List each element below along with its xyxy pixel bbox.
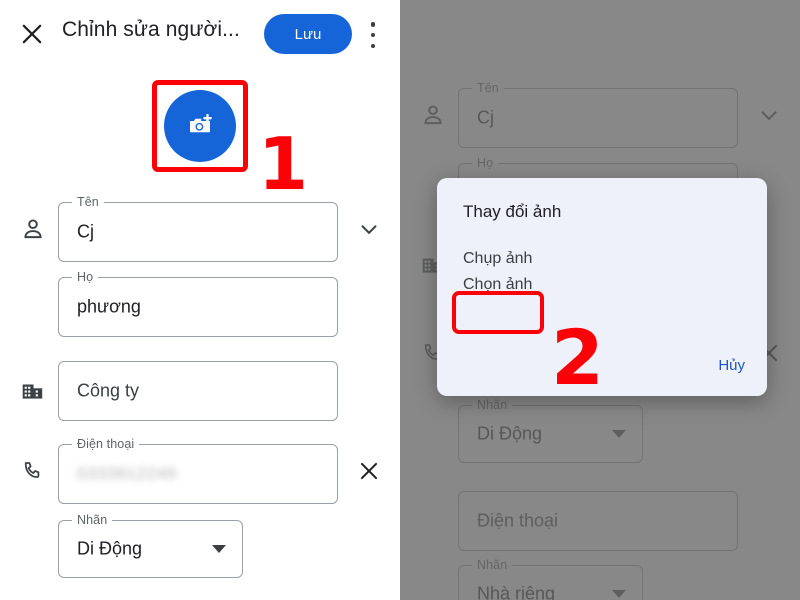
field-cong-ty[interactable]: Công ty bbox=[58, 361, 338, 421]
dialog-item-chup-anh[interactable]: Chụp ảnh bbox=[463, 250, 532, 268]
camera-add-icon bbox=[190, 113, 212, 133]
app-bar: Chỉnh sửa người... Lưu bbox=[0, 0, 398, 68]
close-icon[interactable] bbox=[18, 20, 46, 48]
field-dien-thoai[interactable]: Điện thoại 0333812249 bbox=[58, 437, 338, 504]
dialog-cancel-button[interactable]: Hủy bbox=[718, 357, 745, 374]
screenshot-root: Chỉnh sửa người... Lưu Tên Cj Họ phương … bbox=[0, 0, 800, 600]
person-icon bbox=[20, 216, 46, 242]
camera-add-button[interactable] bbox=[164, 90, 236, 162]
field-label: Điện thoại bbox=[72, 437, 140, 451]
page-title: Chỉnh sửa người... bbox=[62, 18, 240, 41]
field-value: Cj bbox=[77, 221, 94, 242]
change-photo-dialog: Thay đổi ảnh Chụp ảnh Chọn ảnh Hủy bbox=[437, 178, 767, 396]
save-button[interactable]: Lưu bbox=[264, 14, 352, 54]
dialog-item-chon-anh[interactable]: Chọn ảnh bbox=[463, 276, 532, 294]
field-value: Công ty bbox=[77, 380, 140, 401]
more-vertical-icon[interactable] bbox=[370, 22, 376, 48]
dialog-title: Thay đổi ảnh bbox=[463, 202, 562, 221]
field-value: phương bbox=[77, 296, 141, 317]
field-label: Nhãn bbox=[72, 513, 113, 527]
field-ten[interactable]: Tên Cj bbox=[58, 195, 338, 262]
clear-icon[interactable] bbox=[356, 458, 382, 484]
field-value: Di Động bbox=[77, 538, 143, 559]
field-label: Tên bbox=[72, 195, 104, 209]
field-label: Họ bbox=[72, 270, 99, 284]
phone-icon bbox=[20, 458, 46, 484]
panel-divider bbox=[398, 0, 400, 600]
left-phone-panel: Chỉnh sửa người... Lưu Tên Cj Họ phương … bbox=[0, 0, 398, 600]
field-value: 0333812249 bbox=[77, 464, 177, 483]
field-ho[interactable]: Họ phương bbox=[58, 270, 338, 337]
dropdown-caret-icon[interactable] bbox=[212, 545, 226, 553]
field-nhan[interactable]: Nhãn Di Động bbox=[58, 513, 243, 578]
company-icon bbox=[20, 378, 46, 404]
chevron-down-icon[interactable] bbox=[356, 216, 382, 242]
